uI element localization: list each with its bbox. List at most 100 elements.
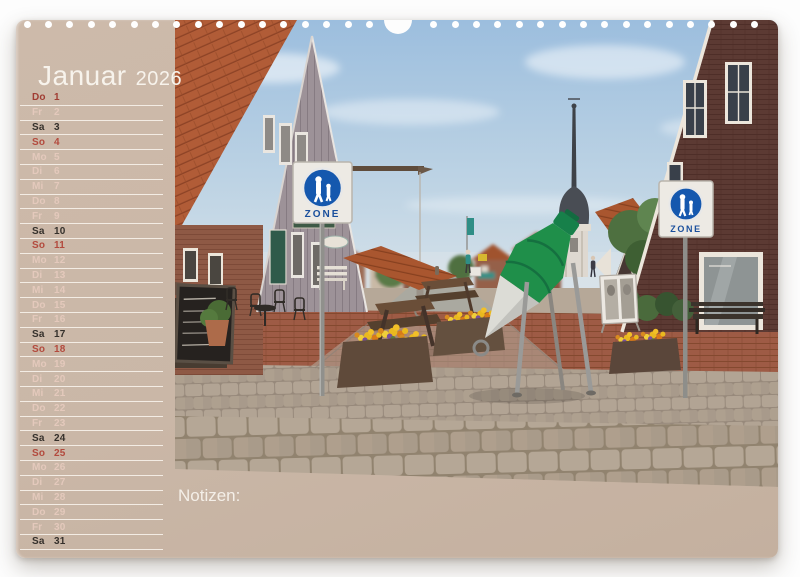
day-abbr: Fr [32,314,54,325]
binding-hole [452,21,459,28]
day-abbr: Mo [32,152,54,163]
day-abbr: Mo [32,462,54,473]
day-number: 27 [54,477,66,488]
calendar-day-row: Mi21 [20,387,163,402]
day-abbr: So [32,344,54,355]
binding-hole [195,21,202,28]
day-number: 13 [54,270,66,281]
day-abbr: Fr [32,418,54,429]
day-number: 25 [54,448,66,459]
calendar-day-row: Mo26 [20,461,163,476]
binding-hole [473,21,480,28]
cafe-sign [322,236,348,248]
month-title: Januar [38,60,127,91]
day-number: 18 [54,344,66,355]
day-abbr: Fr [32,522,54,533]
calendar-day-row: Di20 [20,372,163,387]
calendar-day-row: Fr16 [20,313,163,328]
day-abbr: Do [32,92,54,103]
calendar-day-row: Mo5 [20,150,163,165]
day-number: 26 [54,462,66,473]
day-abbr: Sa [32,122,54,133]
day-abbr: Fr [32,107,54,118]
calendar-day-row: Do22 [20,402,163,417]
calendar-day-row: Sa24 [20,431,163,446]
calendar-day-row: Sa10 [20,224,163,239]
binding-hole [24,21,31,28]
calendar-day-row: Di6 [20,165,163,180]
calendar-day-row: Mo19 [20,357,163,372]
calendar-day-row: Do1 [20,91,163,106]
day-number: 28 [54,492,66,503]
calendar-product-shot: ZONE ZONE Januar 20 [0,0,800,577]
day-number: 15 [54,300,66,311]
green-door [270,230,286,284]
binding-hole [152,21,159,28]
day-number: 20 [54,374,66,385]
day-abbr: Fr [32,211,54,222]
day-number: 7 [54,181,60,192]
day-abbr: Do [32,507,54,518]
day-abbr: Do [32,403,54,414]
day-abbr: Di [32,374,54,385]
day-number: 11 [54,240,65,251]
day-abbr: So [32,137,54,148]
day-abbr: Di [32,270,54,281]
binding-hole [580,21,587,28]
day-number: 24 [54,433,66,444]
day-abbr: Sa [32,329,54,340]
day-number: 3 [54,122,60,133]
day-number: 16 [54,314,66,325]
day-number: 5 [54,152,60,163]
day-number: 8 [54,196,60,207]
calendar-page: ZONE ZONE Januar 20 [16,20,778,558]
day-list: Do1Fr2Sa3So4Mo5Di6Mi7Do8Fr9Sa10So11Mo12D… [20,91,163,550]
notes-label: Notizen: [178,486,240,506]
binding-hole [366,21,373,28]
day-abbr: Di [32,477,54,488]
calendar-day-row: Mi14 [20,283,163,298]
binding-hole [559,21,566,28]
window [683,80,707,138]
binding-hole [45,21,52,28]
binding-hole [730,21,737,28]
day-abbr: Mi [32,388,54,399]
day-abbr: Sa [32,433,54,444]
day-abbr: Mo [32,359,54,370]
street-photo-scene: ZONE ZONE [175,20,778,487]
calendar-day-row: Mi7 [20,180,163,195]
calendar-day-row: Fr2 [20,106,163,121]
calendar-day-row: Sa17 [20,328,163,343]
calendar-day-row: Mi28 [20,491,163,506]
calendar-day-row: Fr30 [20,520,163,535]
day-abbr: Do [32,196,54,207]
day-number: 14 [54,285,66,296]
binding-hole [345,21,352,28]
day-number: 23 [54,418,66,429]
calendar-day-row: Di27 [20,476,163,491]
binding-hole [666,21,673,28]
day-number: 2 [54,107,60,118]
calendar-day-row: Fr9 [20,209,163,224]
day-abbr: So [32,448,54,459]
zone-sign-label: ZONE [670,224,701,234]
year-title: 2026 [136,68,183,90]
day-number: 21 [54,388,66,399]
binding-hole [687,21,694,28]
day-abbr: Mi [32,285,54,296]
binding-hole [131,21,138,28]
binding-hole [238,21,245,28]
day-abbr: So [32,240,54,251]
binding-hole [516,21,523,28]
calendar-day-row: Sa3 [20,121,163,136]
calendar-day-row: So18 [20,343,163,358]
day-number: 17 [54,329,66,340]
day-abbr: Di [32,166,54,177]
calendar-day-row: Mo12 [20,254,163,269]
day-number: 31 [54,536,66,547]
calendar-day-row: Fr23 [20,417,163,432]
day-number: 30 [54,522,66,533]
day-abbr: Sa [32,536,54,547]
calendar-day-row: Do15 [20,298,163,313]
day-number: 12 [54,255,66,266]
